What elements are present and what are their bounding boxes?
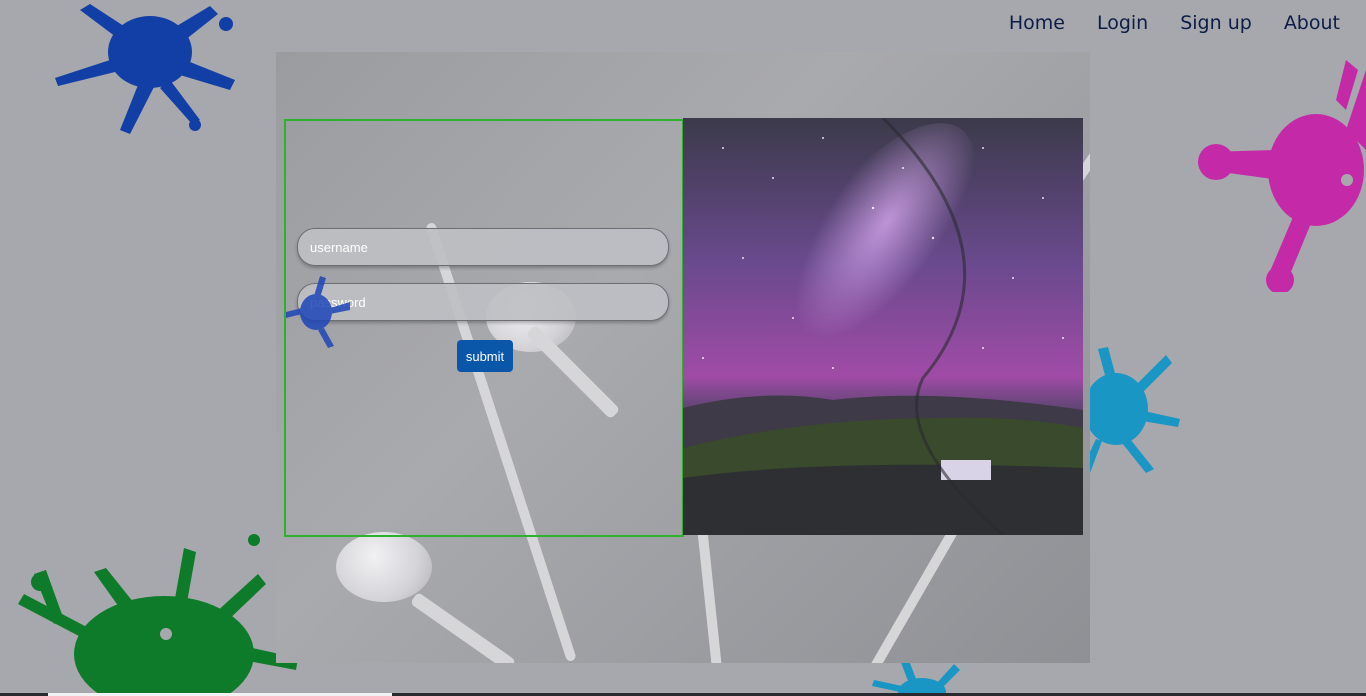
green-paint-splat-bottom-left (18, 534, 298, 696)
top-nav: Home Login Sign up About (1009, 12, 1340, 34)
magenta-paint-splat-right (1198, 60, 1366, 292)
nav-home-link[interactable]: Home (1009, 12, 1065, 34)
blue-paint-splat-top-left (55, 4, 235, 134)
night-sky-image (683, 118, 1083, 535)
blue-paint-splat-form (286, 276, 350, 348)
nav-login-link[interactable]: Login (1097, 12, 1148, 34)
username-input[interactable] (297, 228, 669, 266)
nav-signup-link[interactable]: Sign up (1180, 12, 1252, 34)
password-input[interactable] (297, 283, 669, 321)
nav-about-link[interactable]: About (1284, 12, 1340, 34)
submit-button[interactable]: submit (457, 340, 513, 372)
